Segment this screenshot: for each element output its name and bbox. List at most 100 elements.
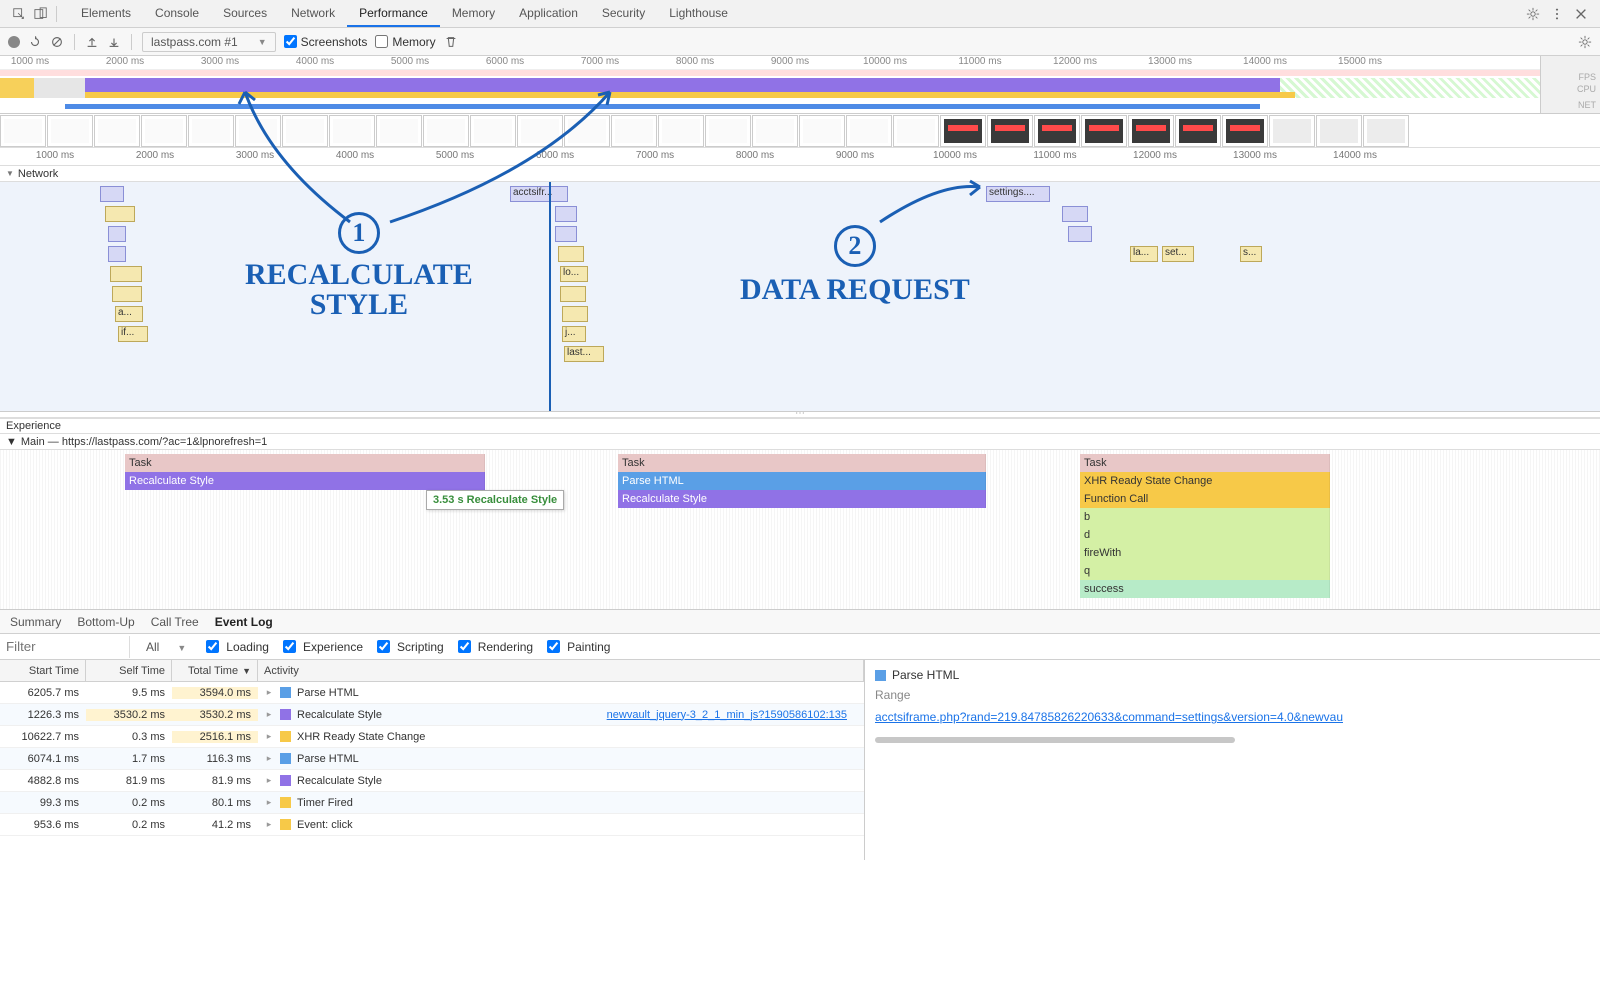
filmstrip-frame[interactable] — [1363, 115, 1409, 147]
flame-task[interactable]: Task — [618, 454, 986, 472]
net-item[interactable] — [562, 306, 588, 322]
main-section-header[interactable]: ▼Main — https://lastpass.com/?ac=1&lpnor… — [0, 434, 1600, 450]
overview-strip[interactable]: 1000 ms2000 ms3000 ms4000 ms5000 ms6000 … — [0, 56, 1600, 114]
flame-task[interactable]: Task — [1080, 454, 1330, 472]
tab-lighthouse[interactable]: Lighthouse — [657, 0, 740, 27]
network-waterfall[interactable]: a... if... acctsifr... lo... j... last..… — [0, 182, 1600, 412]
tab-event-log[interactable]: Event Log — [215, 615, 273, 629]
col-self[interactable]: Self Time — [86, 660, 172, 681]
filmstrip-frame[interactable] — [0, 115, 46, 147]
loading-checkbox[interactable]: Loading — [202, 637, 269, 656]
filmstrip-frame[interactable] — [1128, 115, 1174, 147]
device-toggle-icon[interactable] — [34, 7, 48, 21]
net-item[interactable] — [1068, 226, 1092, 242]
filmstrip-frame[interactable] — [1081, 115, 1127, 147]
flame-xhr[interactable]: XHR Ready State Change — [1080, 472, 1330, 490]
filmstrip-frame[interactable] — [470, 115, 516, 147]
flame-js[interactable]: d — [1080, 526, 1330, 544]
table-row[interactable]: 953.6 ms0.2 ms41.2 ms▸Event: click — [0, 814, 864, 836]
net-item[interactable] — [100, 186, 124, 202]
kebab-icon[interactable] — [1550, 7, 1564, 21]
tab-elements[interactable]: Elements — [69, 0, 143, 27]
table-row[interactable]: 1226.3 ms3530.2 ms3530.2 ms▸Recalculate … — [0, 704, 864, 726]
filmstrip-frame[interactable] — [752, 115, 798, 147]
filmstrip-frame[interactable] — [141, 115, 187, 147]
flame-task[interactable]: Task — [125, 454, 485, 472]
net-item[interactable]: set... — [1162, 246, 1194, 262]
net-item[interactable] — [108, 226, 126, 242]
filmstrip-frame[interactable] — [987, 115, 1033, 147]
flame-recalc[interactable]: Recalculate Style — [125, 472, 485, 490]
page-select[interactable]: lastpass.com #1▼ — [142, 32, 276, 52]
col-activity[interactable]: Activity — [258, 660, 864, 681]
net-item[interactable] — [1062, 206, 1088, 222]
net-item[interactable] — [108, 246, 126, 262]
upload-icon[interactable] — [85, 35, 99, 49]
net-item[interactable]: la... — [1130, 246, 1158, 262]
filmstrip-frame[interactable] — [564, 115, 610, 147]
tab-console[interactable]: Console — [143, 0, 211, 27]
scripting-checkbox[interactable]: Scripting — [373, 637, 444, 656]
filmstrip-frame[interactable] — [846, 115, 892, 147]
net-item[interactable]: j... — [562, 326, 586, 342]
net-item[interactable] — [110, 266, 142, 282]
table-row[interactable]: 6074.1 ms1.7 ms116.3 ms▸Parse HTML — [0, 748, 864, 770]
net-item[interactable] — [105, 206, 135, 222]
tab-call-tree[interactable]: Call Tree — [151, 615, 199, 629]
col-start[interactable]: Start Time — [0, 660, 86, 681]
reload-icon[interactable] — [28, 35, 42, 49]
gear-icon[interactable] — [1578, 35, 1592, 49]
net-item[interactable]: acctsifr... — [510, 186, 568, 202]
filmstrip[interactable] — [0, 114, 1600, 148]
tab-performance[interactable]: Performance — [347, 0, 440, 27]
filmstrip-frame[interactable] — [1175, 115, 1221, 147]
flame-fn[interactable]: Function Call — [1080, 490, 1330, 508]
filter-input[interactable] — [0, 636, 130, 658]
tab-bottom-up[interactable]: Bottom-Up — [77, 615, 134, 629]
net-item[interactable]: lo... — [560, 266, 588, 282]
net-item[interactable] — [558, 246, 584, 262]
detail-link[interactable]: acctsiframe.php?rand=219.84785826220633&… — [875, 710, 1343, 724]
tab-sources[interactable]: Sources — [211, 0, 279, 27]
filmstrip-frame[interactable] — [1222, 115, 1268, 147]
memory-checkbox[interactable]: Memory — [375, 35, 435, 49]
flame-recalc[interactable]: Recalculate Style — [618, 490, 986, 508]
trash-icon[interactable] — [444, 35, 458, 49]
clear-icon[interactable] — [50, 35, 64, 49]
net-item[interactable]: settings.... — [986, 186, 1050, 202]
gear-icon[interactable] — [1526, 7, 1540, 21]
filmstrip-frame[interactable] — [517, 115, 563, 147]
flame-parse[interactable]: Parse HTML — [618, 472, 986, 490]
timeline-ruler[interactable]: 1000 ms2000 ms3000 ms4000 ms5000 ms6000 … — [0, 148, 1600, 166]
close-icon[interactable] — [1574, 7, 1588, 21]
tab-application[interactable]: Application — [507, 0, 590, 27]
filmstrip-frame[interactable] — [94, 115, 140, 147]
tab-network[interactable]: Network — [279, 0, 347, 27]
col-total[interactable]: Total Time▼ — [172, 660, 258, 681]
net-item[interactable] — [555, 206, 577, 222]
filmstrip-frame[interactable] — [705, 115, 751, 147]
net-item[interactable] — [112, 286, 142, 302]
filmstrip-frame[interactable] — [423, 115, 469, 147]
filmstrip-frame[interactable] — [799, 115, 845, 147]
table-row[interactable]: 4882.8 ms81.9 ms81.9 ms▸Recalculate Styl… — [0, 770, 864, 792]
filmstrip-frame[interactable] — [893, 115, 939, 147]
filmstrip-frame[interactable] — [1316, 115, 1362, 147]
tab-summary[interactable]: Summary — [10, 615, 61, 629]
tab-memory[interactable]: Memory — [440, 0, 507, 27]
filmstrip-frame[interactable] — [611, 115, 657, 147]
net-item[interactable]: if... — [118, 326, 148, 342]
painting-checkbox[interactable]: Painting — [543, 637, 610, 656]
filmstrip-frame[interactable] — [940, 115, 986, 147]
net-item[interactable] — [555, 226, 577, 242]
table-row[interactable]: 99.3 ms0.2 ms80.1 ms▸Timer Fired — [0, 792, 864, 814]
flame-js[interactable]: q — [1080, 562, 1330, 580]
scrollbar-thumb[interactable] — [875, 737, 1235, 743]
experience-checkbox[interactable]: Experience — [279, 637, 363, 656]
filmstrip-frame[interactable] — [1034, 115, 1080, 147]
filmstrip-frame[interactable] — [47, 115, 93, 147]
filmstrip-frame[interactable] — [235, 115, 281, 147]
flame-js[interactable]: b — [1080, 508, 1330, 526]
flame-js[interactable]: fireWith — [1080, 544, 1330, 562]
download-icon[interactable] — [107, 35, 121, 49]
